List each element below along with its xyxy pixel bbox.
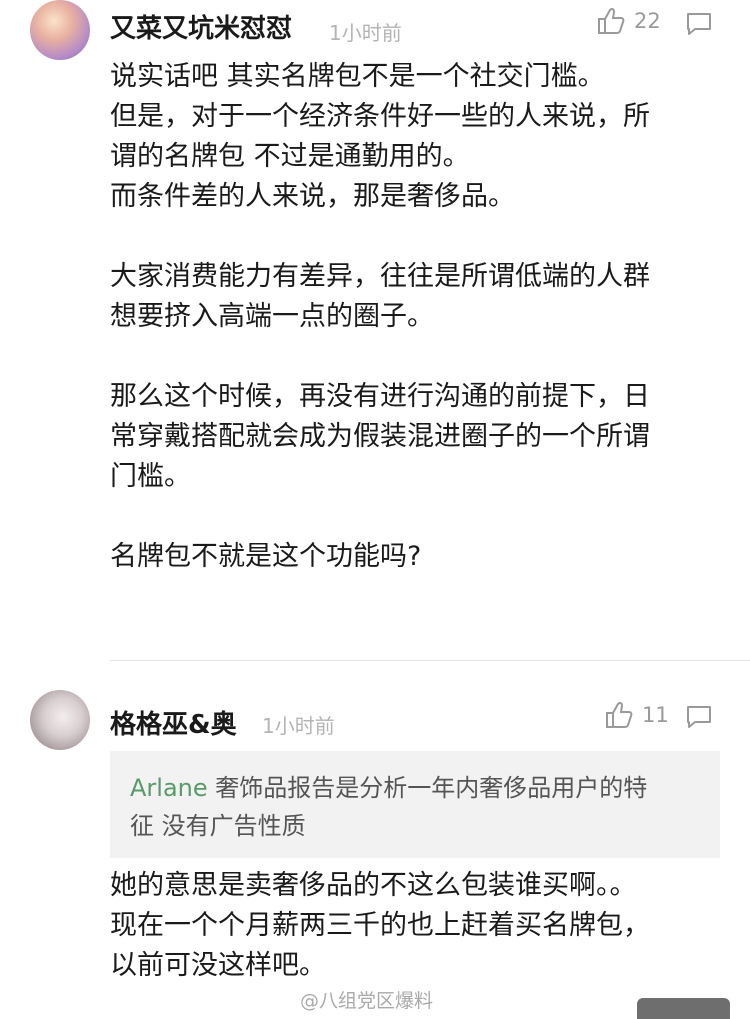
comment-line: 现在一个个月薪两三千的也上赶着买名牌包， — [110, 910, 650, 941]
username[interactable]: 又菜又坑米怼怼 — [110, 8, 292, 45]
timestamp: 1小时前 — [262, 714, 335, 738]
avatar[interactable] — [30, 0, 90, 60]
comment-line: 门槛。 — [110, 461, 191, 492]
comment-bubble-icon[interactable] — [684, 10, 714, 38]
comment-line: 她的意思是卖奢侈品的不这么包装谁买啊。。 — [110, 870, 637, 901]
comment-line: 谓的名牌包 不过是通勤用的。 — [110, 141, 470, 172]
like-count: 11 — [642, 703, 669, 727]
comment-line: 名牌包不就是这个功能吗? — [110, 541, 422, 572]
comment-line: 以前可没这样吧。 — [110, 950, 326, 981]
quote-author[interactable]: Arlane — [130, 774, 208, 802]
like-button[interactable]: 11 — [604, 700, 669, 730]
thumbs-up-icon — [606, 701, 633, 728]
comment-bubble-icon[interactable] — [684, 703, 714, 731]
floating-button[interactable] — [637, 998, 730, 1019]
quoted-comment[interactable]: Arlane 奢饰品报告是分析一年内奢侈品用户的特 征 没有广告性质 — [110, 751, 720, 858]
watermark: @八组党区爆料 — [300, 990, 434, 1012]
thumbs-up-icon — [598, 7, 625, 34]
like-count: 22 — [634, 9, 661, 33]
timestamp: 1小时前 — [329, 21, 402, 45]
comment-body: 她的意思是卖奢侈品的不这么包装谁买啊。。 现在一个个月薪两三千的也上赶着买名牌包… — [110, 866, 725, 986]
username[interactable]: 格格巫&奥 — [110, 704, 237, 741]
avatar[interactable] — [30, 690, 90, 750]
comment-body: 说实话吧 其实名牌包不是一个社交门槛。 但是，对于一个经济条件好一些的人来说，所… — [110, 57, 725, 577]
comment-item: 又菜又坑米怼怼 1小时前 22 说实话吧 其实名牌包不是一个社交门槛。 但是，对… — [0, 0, 750, 660]
like-button[interactable]: 22 — [596, 6, 661, 36]
comment-line: 说实话吧 其实名牌包不是一个社交门槛。 — [110, 61, 605, 92]
comment-line: 但是，对于一个经济条件好一些的人来说，所 — [110, 101, 650, 132]
comment-line: 常穿戴搭配就会成为假装混进圈子的一个所谓 — [110, 421, 650, 452]
quote-line: Arlane 奢饰品报告是分析一年内奢侈品用户的特 — [130, 769, 700, 807]
comment-line: 想要挤入高端一点的圈子。 — [110, 301, 434, 332]
comment-line: 而条件差的人来说，那是奢侈品。 — [110, 181, 515, 212]
quote-text: 奢饰品报告是分析一年内奢侈品用户的特 — [207, 774, 648, 802]
comment-line: 大家消费能力有差异，往往是所谓低端的人群 — [110, 261, 650, 292]
quote-line: 征 没有广告性质 — [130, 812, 306, 840]
comment-line: 那么这个时候，再没有进行沟通的前提下，日 — [110, 381, 650, 412]
